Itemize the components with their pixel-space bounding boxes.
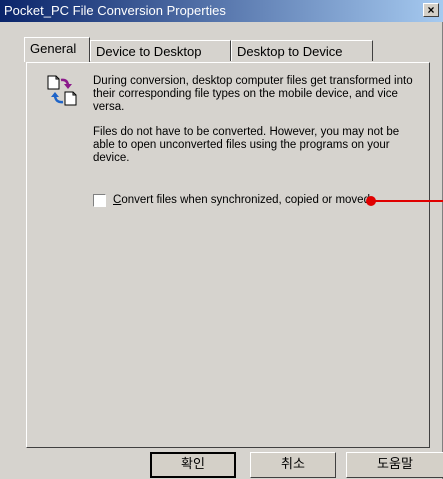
- properties-dialog: Pocket_PC File Conversion Properties × G…: [0, 0, 443, 479]
- conversion-description: During conversion, desktop computer file…: [93, 75, 413, 113]
- tab-general[interactable]: General: [24, 37, 90, 62]
- window-title: Pocket_PC File Conversion Properties: [4, 3, 226, 18]
- cancel-button[interactable]: 취소: [250, 452, 336, 478]
- tab-device-to-desktop[interactable]: Device to Desktop: [90, 40, 231, 61]
- file-conversion-icon: [47, 75, 77, 106]
- help-button[interactable]: 도움말: [346, 452, 443, 478]
- convert-files-checkbox[interactable]: [93, 194, 106, 207]
- conversion-note: Files do not have to be converted. Howev…: [93, 126, 400, 164]
- convert-files-label[interactable]: Convert files when synchronized, copied …: [113, 193, 370, 208]
- ok-button[interactable]: 확인: [150, 452, 236, 478]
- annotation-marker-line: [374, 200, 443, 202]
- convert-files-label-text: onvert files when synchronized, copied o…: [121, 194, 370, 206]
- title-bar[interactable]: Pocket_PC File Conversion Properties ×: [0, 0, 443, 22]
- close-button[interactable]: ×: [423, 3, 439, 17]
- general-tab-panel: [26, 62, 430, 448]
- tab-desktop-to-device[interactable]: Desktop to Device: [231, 40, 373, 61]
